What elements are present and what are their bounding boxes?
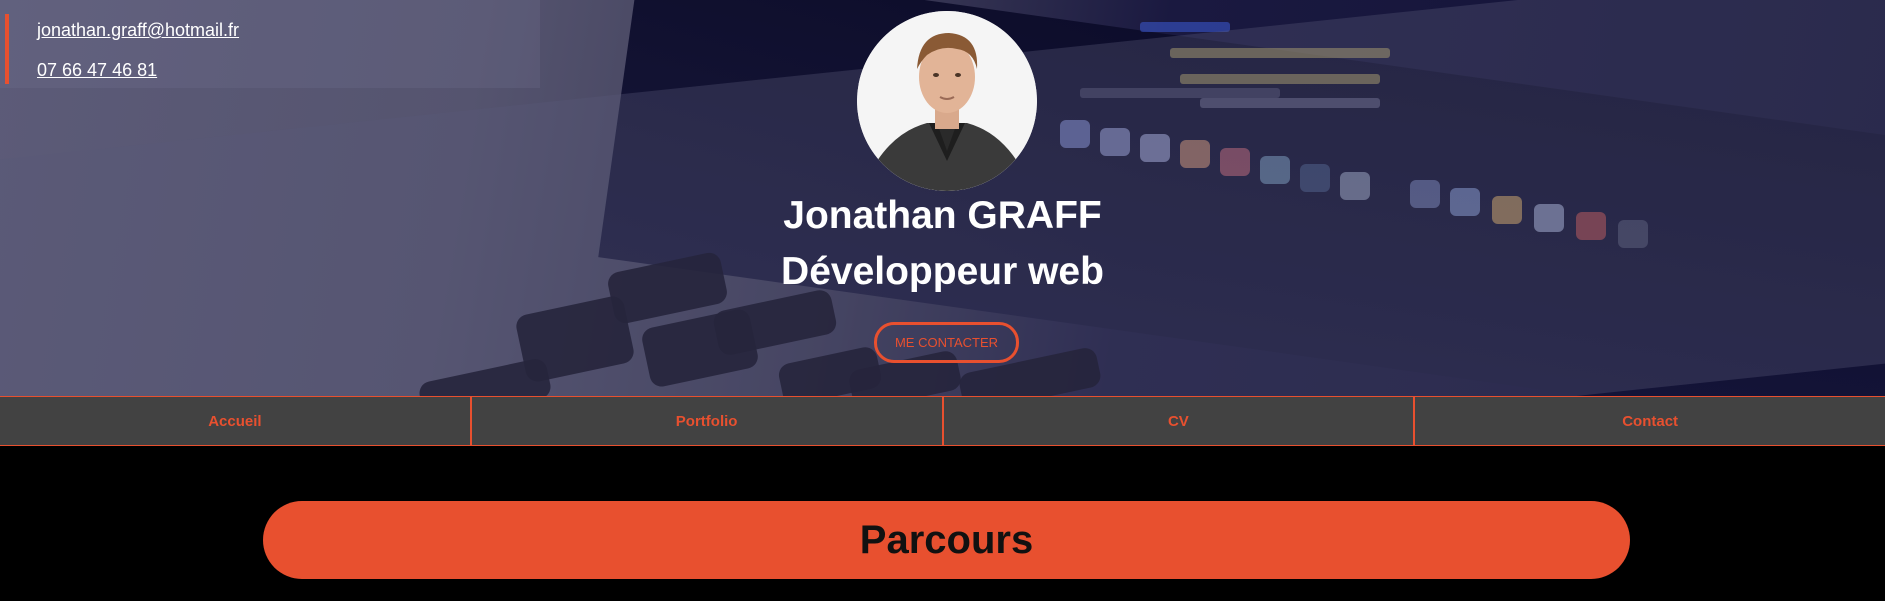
- avatar: [857, 11, 1037, 191]
- nav-item-cv[interactable]: CV: [944, 397, 1416, 445]
- email-link[interactable]: jonathan.graff@hotmail.fr: [37, 20, 239, 40]
- nav-item-accueil[interactable]: Accueil: [0, 397, 472, 445]
- contact-me-button[interactable]: ME CONTACTER: [874, 322, 1019, 363]
- section-title: Parcours: [859, 517, 1034, 562]
- job-title: Développeur web: [781, 250, 1104, 293]
- profile-photo-icon: [857, 11, 1037, 191]
- section-header: Parcours: [263, 501, 1630, 579]
- background-code-line: [1140, 22, 1230, 32]
- contact-info-block: jonathan.graff@hotmail.fr 07 66 47 46 81: [5, 14, 239, 84]
- nav-item-portfolio[interactable]: Portfolio: [472, 397, 944, 445]
- person-name: Jonathan GRAFF: [783, 194, 1102, 237]
- phone-link[interactable]: 07 66 47 46 81: [37, 60, 239, 80]
- main-navigation: Accueil Portfolio CV Contact: [0, 396, 1885, 446]
- nav-item-contact[interactable]: Contact: [1415, 397, 1885, 445]
